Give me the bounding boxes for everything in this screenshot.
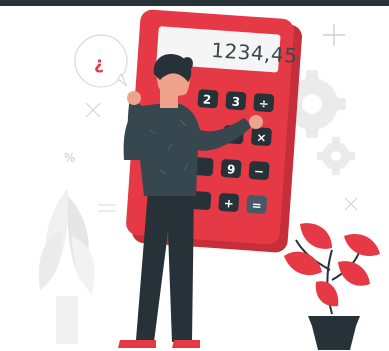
accounting-illustration: % ¿ 1234,45 2 3 ÷ × 9 − + = [38, 9, 380, 350]
small-gear-icon [317, 137, 355, 175]
key-minus: − [254, 164, 265, 179]
cross-icon [344, 197, 358, 211]
key-3: 3 [231, 94, 240, 109]
question-bubble-icon: ¿ [74, 34, 128, 88]
decorative-plant-left [38, 190, 95, 344]
potted-plant [284, 223, 380, 350]
cross-icon [85, 102, 101, 118]
percent-icon: % [64, 151, 75, 165]
key-plus: + [223, 196, 234, 211]
plus-icon [323, 24, 345, 46]
key-9: 9 [227, 162, 236, 177]
equals-icon [98, 204, 116, 212]
key-equals: = [251, 198, 262, 213]
bubble-glyph: ¿ [94, 54, 104, 74]
key-multiply: × [256, 130, 267, 145]
key-2: 2 [202, 92, 211, 107]
key-divide: ÷ [258, 96, 269, 111]
